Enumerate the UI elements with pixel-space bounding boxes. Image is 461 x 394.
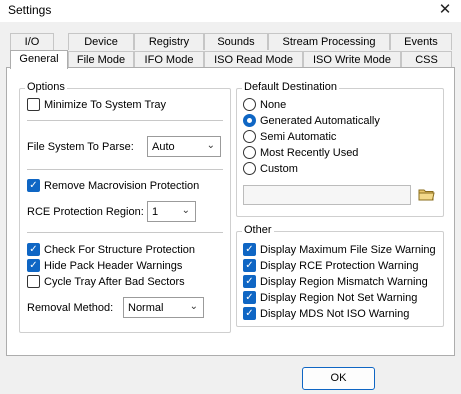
region-not-set-warning-label: Display Region Not Set Warning: [260, 291, 418, 304]
radio-button[interactable]: [243, 146, 256, 159]
max-file-size-warning-label: Display Maximum File Size Warning: [260, 243, 436, 256]
radio-button[interactable]: [243, 130, 256, 143]
region-not-set-warning-checkbox[interactable]: ✓ Display Region Not Set Warning: [243, 291, 417, 304]
chevron-down-icon: ⌄: [206, 140, 215, 151]
radio-semi-automatic[interactable]: Semi Automatic: [243, 130, 336, 143]
removal-method-label: Removal Method:: [27, 302, 114, 314]
radio-most-recently-used[interactable]: Most Recently Used: [243, 146, 358, 159]
tab-device[interactable]: Device: [68, 33, 134, 50]
radio-generated-automatically[interactable]: Generated Automatically: [243, 114, 380, 127]
remove-macrovision-label: Remove Macrovision Protection: [44, 179, 200, 192]
removal-method-select[interactable]: Normal ⌄: [123, 297, 204, 318]
tab-stream-processing[interactable]: Stream Processing: [268, 33, 390, 50]
mds-not-iso-warning-label: Display MDS Not ISO Warning: [260, 307, 410, 320]
file-system-label: File System To Parse:: [27, 141, 134, 153]
chevron-down-icon: ⌄: [189, 301, 198, 312]
checkbox-box[interactable]: ✓: [243, 307, 256, 320]
rce-region-label: RCE Protection Region:: [27, 206, 144, 218]
checkbox-box[interactable]: [27, 275, 40, 288]
checkbox-box[interactable]: ✓: [243, 243, 256, 256]
tab-ifo-mode[interactable]: IFO Mode: [134, 51, 204, 68]
file-system-value: Auto: [152, 140, 175, 153]
radio-generated-label: Generated Automatically: [260, 114, 380, 127]
window-title: Settings: [8, 3, 52, 17]
custom-path-input[interactable]: [243, 185, 411, 205]
radio-custom[interactable]: Custom: [243, 162, 298, 175]
max-file-size-warning-checkbox[interactable]: ✓ Display Maximum File Size Warning: [243, 243, 436, 256]
rce-region-select[interactable]: 1 ⌄: [147, 201, 196, 222]
rce-region-value: 1: [152, 205, 159, 218]
radio-custom-label: Custom: [260, 162, 298, 175]
tab-events[interactable]: Events: [390, 33, 452, 50]
hide-pack-header-checkbox[interactable]: ✓ Hide Pack Header Warnings: [27, 259, 182, 272]
tab-registry[interactable]: Registry: [134, 33, 204, 50]
cycle-tray-checkbox[interactable]: Cycle Tray After Bad Sectors: [27, 275, 185, 288]
close-icon[interactable]: ✕: [437, 1, 453, 19]
region-mismatch-warning-checkbox[interactable]: ✓ Display Region Mismatch Warning: [243, 275, 428, 288]
checkbox-box[interactable]: ✓: [27, 179, 40, 192]
tab-general[interactable]: General: [10, 50, 68, 69]
remove-macrovision-checkbox[interactable]: ✓ Remove Macrovision Protection: [27, 179, 199, 192]
destination-group-title: Default Destination: [242, 81, 339, 93]
separator: [27, 232, 223, 233]
checkbox-box[interactable]: ✓: [27, 259, 40, 272]
separator: [27, 120, 223, 121]
ok-button[interactable]: OK: [302, 367, 375, 390]
radio-none[interactable]: None: [243, 98, 286, 111]
file-system-select[interactable]: Auto ⌄: [147, 136, 221, 157]
minimize-to-tray-label: Minimize To System Tray: [44, 98, 167, 111]
radio-semi-label: Semi Automatic: [260, 130, 337, 143]
options-group-title: Options: [25, 81, 67, 93]
radio-none-label: None: [260, 98, 287, 111]
check-structure-checkbox[interactable]: ✓ Check For Structure Protection: [27, 243, 195, 256]
general-panel: Options Minimize To System Tray File Sys…: [6, 67, 455, 356]
mds-not-iso-warning-checkbox[interactable]: ✓ Display MDS Not ISO Warning: [243, 307, 409, 320]
hide-pack-header-label: Hide Pack Header Warnings: [44, 259, 183, 272]
title-bar: Settings ✕: [0, 0, 461, 22]
separator: [27, 169, 223, 170]
region-mismatch-warning-label: Display Region Mismatch Warning: [260, 275, 428, 288]
other-group-title: Other: [242, 224, 274, 236]
checkbox-box[interactable]: ✓: [243, 291, 256, 304]
chevron-down-icon: ⌄: [181, 205, 190, 216]
tab-css[interactable]: CSS: [401, 51, 452, 68]
radio-button[interactable]: [243, 162, 256, 175]
tab-iso-write-mode[interactable]: ISO Write Mode: [303, 51, 401, 68]
rce-warning-label: Display RCE Protection Warning: [260, 259, 419, 272]
tab-iso-read-mode[interactable]: ISO Read Mode: [204, 51, 303, 68]
checkbox-box[interactable]: [27, 98, 40, 111]
removal-method-value: Normal: [128, 301, 164, 314]
rce-warning-checkbox[interactable]: ✓ Display RCE Protection Warning: [243, 259, 419, 272]
tab-sounds[interactable]: Sounds: [204, 33, 268, 50]
checkbox-box[interactable]: ✓: [243, 259, 256, 272]
minimize-to-tray-checkbox[interactable]: Minimize To System Tray: [27, 98, 166, 111]
radio-button[interactable]: [243, 98, 256, 111]
tab-io[interactable]: I/O: [10, 33, 54, 50]
checkbox-box[interactable]: ✓: [243, 275, 256, 288]
folder-icon[interactable]: [418, 188, 435, 201]
checkbox-box[interactable]: ✓: [27, 243, 40, 256]
radio-mru-label: Most Recently Used: [260, 146, 359, 159]
check-structure-label: Check For Structure Protection: [44, 243, 196, 256]
tab-file-mode[interactable]: File Mode: [68, 51, 134, 68]
cycle-tray-label: Cycle Tray After Bad Sectors: [44, 275, 185, 288]
radio-button[interactable]: [243, 114, 256, 127]
